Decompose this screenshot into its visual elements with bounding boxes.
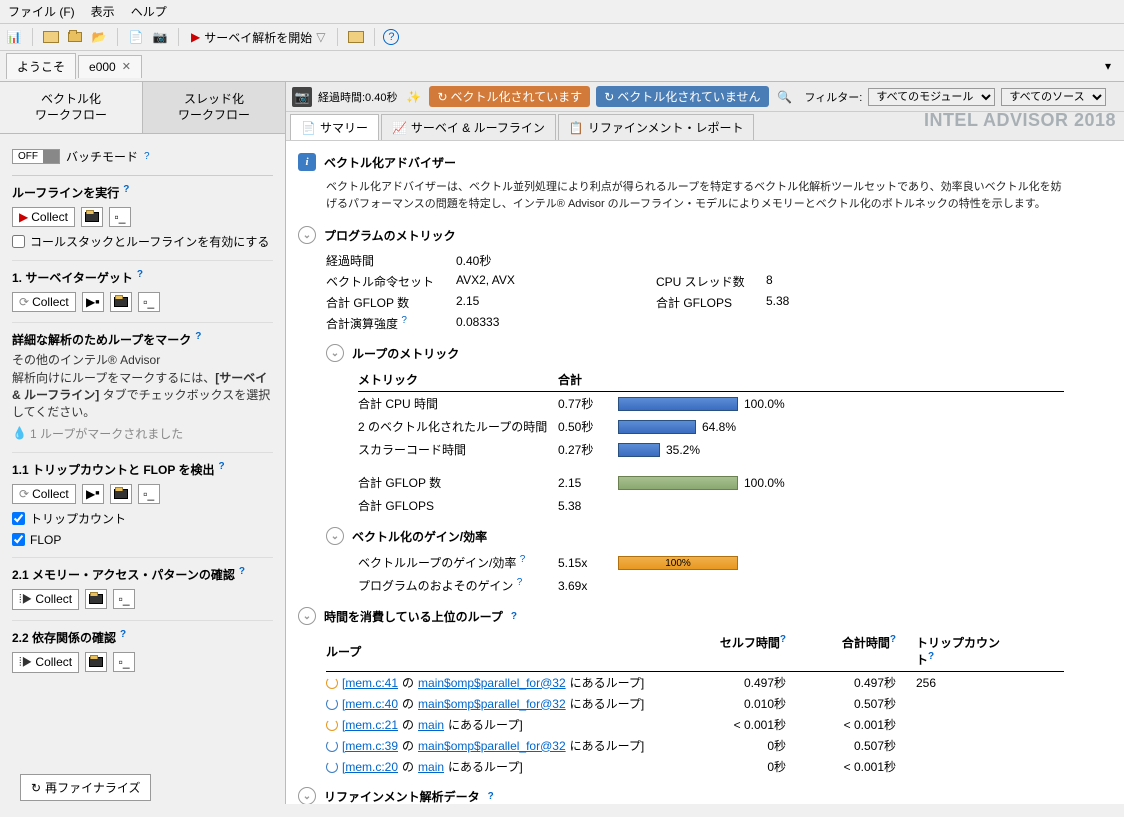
chevron-down-icon[interactable]: ⌄ [298, 787, 316, 804]
editor-tabs: ようこそ e000✕ ▾ [0, 51, 1124, 82]
loop-row[interactable]: [mem.c:40 の main$omp$parallel_for@32 にある… [326, 693, 1064, 714]
folder-open2-icon[interactable] [346, 27, 366, 47]
filter-icon[interactable]: 🔍 [775, 87, 795, 107]
map-collect-button[interactable]: ⦙▶Collect [12, 589, 79, 610]
survey-collect-button[interactable]: ⟳Collect [12, 292, 76, 312]
menu-bar: ファイル (F) 表示 ヘルプ [0, 0, 1124, 24]
spinner-icon [326, 698, 338, 710]
modules-select[interactable]: すべてのモジュール [868, 88, 995, 106]
menu-file[interactable]: ファイル (F) [8, 3, 75, 20]
camera-icon[interactable]: 📷 [150, 27, 170, 47]
refinalize-button[interactable]: ↻再ファイナライズ [20, 774, 151, 801]
spinner-icon [326, 719, 338, 731]
snapshot-icon[interactable]: 📷 [292, 87, 312, 107]
dropdown-tabs-icon[interactable]: ▾ [1098, 56, 1118, 76]
loop-row[interactable]: [mem.c:39 の main$omp$parallel_for@32 にある… [326, 735, 1064, 756]
chevron-down-icon[interactable]: ⌄ [298, 226, 316, 244]
toolbar: 📊 📂 📄 📷 ▶ サーベイ解析を開始 ▽ ? [0, 24, 1124, 51]
vectorized-pill[interactable]: ↻ベクトル化されています [429, 86, 590, 107]
folder-icon[interactable] [85, 652, 107, 672]
chevron-down-icon[interactable]: ⌄ [326, 527, 344, 545]
folder-icon[interactable] [65, 27, 85, 47]
info-icon: i [298, 153, 316, 171]
flop-checkbox[interactable] [12, 533, 25, 546]
play-icon: ▶ [191, 30, 200, 44]
cli-icon[interactable]: ▫_ [109, 207, 131, 227]
cli-icon[interactable]: ▫_ [138, 292, 160, 312]
loop-row[interactable]: [mem.c:21 の main にあるループ] < 0.001秒< 0.001… [326, 714, 1064, 735]
wf-tab-vectorization[interactable]: ベクトル化 ワークフロー [0, 82, 142, 134]
menu-view[interactable]: 表示 [91, 3, 115, 20]
trip-collect-button[interactable]: ⟳Collect [12, 484, 76, 504]
callstack-checkbox[interactable] [12, 235, 25, 248]
batch-mode-toggle[interactable]: OFF [12, 149, 60, 164]
loop-metric-row: 合計 GFLOPS5.38 [358, 494, 1064, 517]
roofline-collect-button[interactable]: ▶Collect [12, 207, 75, 227]
spinner-icon [326, 761, 338, 773]
help-icon[interactable]: ? [383, 29, 399, 45]
wand-icon[interactable]: ✨ [403, 87, 423, 107]
loop-metric-row: スカラーコード時間0.27秒 35.2% [358, 438, 1064, 461]
play-icon[interactable]: ▶■ [82, 484, 104, 504]
elapsed-time: 経過時間:0.40秒 [318, 89, 397, 105]
sidebar: ベクトル化 ワークフロー スレッド化 ワークフロー OFF バッチモード? ルー… [0, 82, 286, 804]
loop-metric-row: 合計 GFLOP 数2.15 100.0% [358, 471, 1064, 494]
folder-icon[interactable] [110, 292, 132, 312]
subtab-summary[interactable]: 📄サマリー [290, 114, 379, 140]
document-icon[interactable]: 📄 [126, 27, 146, 47]
spinner-icon [326, 677, 338, 689]
sources-select[interactable]: すべてのソース [1001, 88, 1106, 106]
loop-metric-row: 2 のベクトル化されたループの時間0.50秒 64.8% [358, 415, 1064, 438]
not-vectorized-pill[interactable]: ↻ベクトル化されていません [596, 86, 768, 107]
menu-help[interactable]: ヘルプ [131, 3, 167, 20]
loop-row[interactable]: [mem.c:20 の main にあるループ] 0秒< 0.001秒 [326, 756, 1064, 777]
content-pane: 📷 経過時間:0.40秒 ✨ ↻ベクトル化されています ↻ベクトル化されていませ… [286, 82, 1124, 804]
folder-arrow-icon[interactable]: 📂 [89, 27, 109, 47]
loop-row[interactable]: [mem.c:41 の main$omp$parallel_for@32 にある… [326, 672, 1064, 693]
spinner-icon [326, 740, 338, 752]
cli-icon[interactable]: ▫_ [113, 589, 135, 609]
cli-icon[interactable]: ▫_ [113, 652, 135, 672]
play-icon[interactable]: ▶■ [82, 292, 104, 312]
brand-label: INTEL ADVISOR 2018 [924, 110, 1116, 131]
folder-icon[interactable] [81, 207, 103, 227]
wf-tab-threading[interactable]: スレッド化 ワークフロー [142, 82, 285, 134]
dropdown-icon[interactable]: ▽ [316, 30, 325, 44]
loop-metric-row: 合計 CPU 時間0.77秒 100.0% [358, 392, 1064, 415]
tab-welcome[interactable]: ようこそ [6, 53, 76, 79]
tab-project[interactable]: e000✕ [78, 55, 142, 78]
folder-icon[interactable] [110, 484, 132, 504]
deps-collect-button[interactable]: ⦙▶Collect [12, 652, 79, 673]
subtab-refinement[interactable]: 📋リファインメント・レポート [558, 114, 755, 140]
chevron-down-icon[interactable]: ⌄ [326, 344, 344, 362]
start-survey-button[interactable]: ▶ サーベイ解析を開始 ▽ [187, 29, 329, 46]
folder-open-icon[interactable] [41, 27, 61, 47]
cli-icon[interactable]: ▫_ [138, 484, 160, 504]
subtab-survey[interactable]: 📈サーベイ & ルーフライン [381, 114, 556, 140]
tripcount-checkbox[interactable] [12, 512, 25, 525]
folder-icon[interactable] [85, 589, 107, 609]
close-icon[interactable]: ✕ [122, 60, 131, 73]
chevron-down-icon[interactable]: ⌄ [298, 607, 316, 625]
bars-icon[interactable]: 📊 [4, 27, 24, 47]
